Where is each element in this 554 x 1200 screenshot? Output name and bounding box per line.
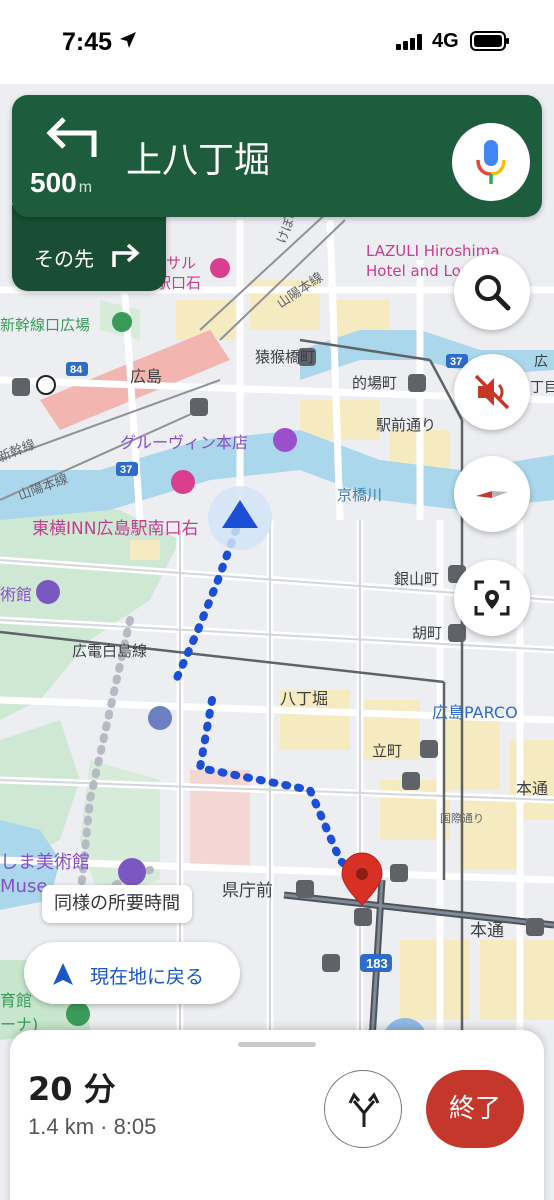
svg-text:国際通り: 国際通り <box>440 812 484 825</box>
status-time: 7:45 <box>62 28 113 56</box>
microphone-icon <box>476 140 506 184</box>
battery-icon <box>470 31 509 51</box>
svg-text:Muse: Muse <box>0 876 47 897</box>
alternate-routes-icon <box>348 1092 380 1127</box>
alternate-routes-button[interactable] <box>324 1070 402 1148</box>
svg-text:グルーヴィン本店: グルーヴィン本店 <box>120 433 248 452</box>
svg-text:東横INN広島駅南口右: 東横INN広島駅南口右 <box>32 519 198 539</box>
distance-unit: m <box>78 179 93 196</box>
trip-summary-sheet[interactable]: 20 分 1.4 km · 8:05 終了 <box>10 1030 544 1200</box>
svg-text:八丁堀: 八丁堀 <box>280 689 328 708</box>
maneuver-distance: 500 m <box>30 167 92 199</box>
network-type: 4G <box>432 30 459 52</box>
same-time-route-label[interactable]: 同様の所要時間 <box>42 885 192 923</box>
svg-text:駅前通り: 駅前通り <box>376 416 436 434</box>
svg-text:広島PARCO: 広島PARCO <box>432 703 518 722</box>
svg-text:胡町: 胡町 <box>412 624 442 642</box>
status-bar: 7:45 4G <box>0 0 554 84</box>
cellular-signal-icon <box>396 34 422 50</box>
compass-icon <box>476 491 508 498</box>
search-icon <box>475 275 511 311</box>
turn-right-icon <box>112 243 140 267</box>
recenter-button[interactable]: 現在地に戻る <box>24 942 240 1004</box>
compass-button[interactable] <box>454 456 530 532</box>
report-location-button[interactable] <box>454 560 530 636</box>
voice-search-button[interactable] <box>452 123 530 201</box>
svg-text:京橋川: 京橋川 <box>337 486 382 504</box>
svg-text:84: 84 <box>70 364 83 376</box>
svg-text:猿猴橋町: 猿猴橋町 <box>255 348 315 366</box>
svg-text:術館: 術館 <box>0 585 32 604</box>
next-maneuver-card[interactable]: その先 <box>12 205 166 291</box>
svg-text:37: 37 <box>120 464 132 476</box>
trip-duration: 20 分 <box>28 1070 116 1108</box>
volume-off-icon <box>474 374 510 410</box>
navigation-instruction-card[interactable]: 500 m 上八丁堀 <box>12 95 542 217</box>
svg-text:的場町: 的場町 <box>352 374 397 392</box>
exit-navigation-button[interactable]: 終了 <box>426 1070 524 1148</box>
svg-text:銀山町: 銀山町 <box>394 570 439 588</box>
turn-left-icon <box>46 117 97 157</box>
distance-value: 500 <box>30 167 77 198</box>
svg-text:新幹線口広場: 新幹線口広場 <box>0 316 90 334</box>
sheet-drag-handle[interactable] <box>238 1042 316 1047</box>
svg-text:広電白島線: 広電白島線 <box>72 642 147 660</box>
svg-text:183: 183 <box>366 956 388 971</box>
location-arrow-icon <box>120 32 136 48</box>
svg-text:育館: 育館 <box>0 991 32 1010</box>
svg-text:37: 37 <box>450 356 462 368</box>
search-button[interactable] <box>454 254 530 330</box>
trip-details: 1.4 km · 8:05 <box>28 1114 157 1139</box>
svg-text:本通: 本通 <box>516 779 548 798</box>
svg-text:丁目: 丁目 <box>530 380 554 396</box>
svg-text:本通: 本通 <box>470 921 504 941</box>
svg-text:県庁前: 県庁前 <box>222 881 273 901</box>
mute-button[interactable] <box>454 354 530 430</box>
svg-text:広: 広 <box>534 354 548 370</box>
then-label: その先 <box>34 247 94 271</box>
svg-text:しま美術館: しま美術館 <box>0 852 90 873</box>
report-location-icon <box>474 580 510 616</box>
svg-text:Hotel and Lou: Hotel and Lou <box>366 262 470 280</box>
svg-text:立町: 立町 <box>372 742 402 760</box>
navigation-arrow-icon <box>53 963 73 985</box>
recenter-label: 現在地に戻る <box>90 966 205 988</box>
svg-text:広島: 広島 <box>130 367 162 386</box>
street-name: 上八丁堀 <box>126 140 271 181</box>
svg-text:サル: サル <box>166 254 196 272</box>
